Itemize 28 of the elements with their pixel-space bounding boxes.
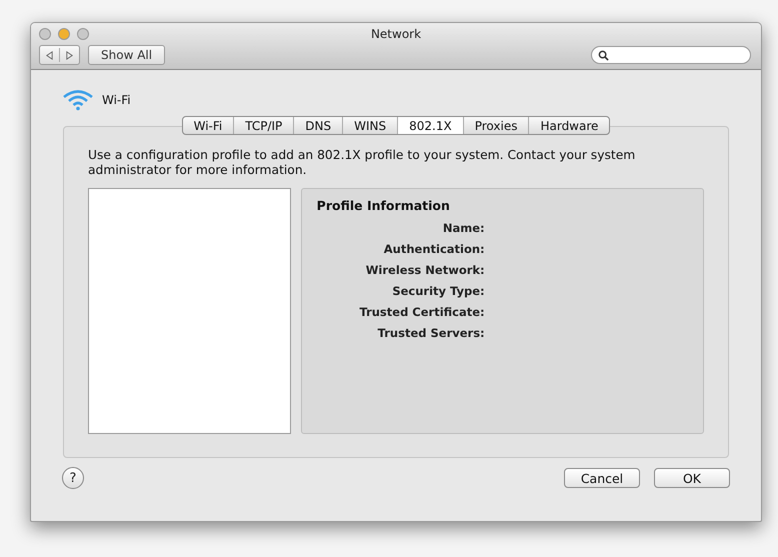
window-title: Network <box>370 27 422 41</box>
back-arrow-icon[interactable] <box>45 50 54 60</box>
tab[interactable]: TCP/IP <box>234 117 294 134</box>
tab[interactable]: DNS <box>294 117 344 134</box>
help-button[interactable]: ? <box>62 467 84 489</box>
field-label: Authentication: <box>384 241 485 257</box>
tab[interactable]: Hardware <box>529 117 610 134</box>
field-label: Trusted Servers: <box>378 325 485 341</box>
window-button[interactable] <box>39 28 51 40</box>
field-label: Wireless Network: <box>366 262 485 278</box>
tab[interactable]: 802.1X <box>398 117 464 134</box>
forward-arrow-icon[interactable] <box>65 50 74 60</box>
window-button[interactable] <box>58 28 70 40</box>
field-label: Name: <box>442 220 485 236</box>
search-icon <box>598 50 609 60</box>
back-forward-control[interactable] <box>39 45 80 65</box>
window-button[interactable] <box>77 28 89 40</box>
service-name: Wi-Fi <box>102 93 131 107</box>
wifi-icon <box>62 89 94 111</box>
cancel-button[interactable]: Cancel <box>564 468 640 488</box>
search-field[interactable] <box>591 46 751 64</box>
field-label: Security Type: <box>392 283 485 299</box>
description-text: Use a configuration profile to add an 802.1X profile to your system. Contact your system administrator for more information. <box>88 148 636 178</box>
panel-heading: Profile Information <box>316 198 451 213</box>
ok-button[interactable]: OK <box>654 468 730 488</box>
field-label: Trusted Certificate: <box>359 304 485 320</box>
tab[interactable]: Proxies <box>464 117 530 134</box>
show-all-button[interactable]: Show All <box>88 45 166 65</box>
